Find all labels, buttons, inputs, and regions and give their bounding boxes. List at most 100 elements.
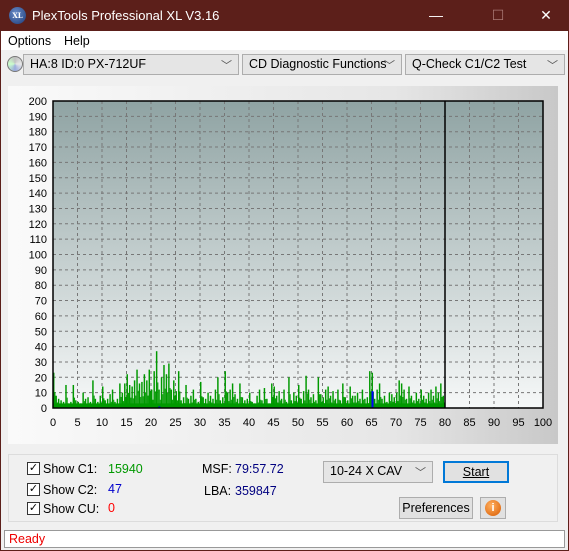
close-button[interactable]: ✕ <box>531 4 561 26</box>
c1-bar <box>136 369 138 408</box>
y-tick-label: 190 <box>29 111 47 123</box>
x-tick-label: 70 <box>390 417 402 429</box>
y-tick-label: 70 <box>35 296 47 308</box>
y-tick-label: 30 <box>35 357 47 369</box>
show-cu-checkbox[interactable]: ✓ <box>27 502 40 515</box>
show-c1-label: Show C1: <box>43 462 98 476</box>
chevron-down-icon: ﹀ <box>547 60 558 72</box>
drive-value: HA:8 ID:0 PX-712UF <box>30 57 147 71</box>
menu-bar: Options Help <box>1 31 568 50</box>
c1-bar <box>224 371 226 408</box>
test-select[interactable]: Q-Check C1/C2 Test ﹀ <box>405 54 565 75</box>
c1-c2-chart: 0 10 20 30 40 50 60 70 80 90 100 110 120 130 140 150 160… <box>29 96 553 429</box>
y-tick-label: 80 <box>35 280 47 292</box>
preferences-button[interactable]: Preferences <box>399 497 473 519</box>
chevron-down-icon: ﹀ <box>384 60 395 72</box>
show-c1-checkbox[interactable]: ✓ <box>27 462 40 475</box>
show-c2-label: Show C2: <box>43 483 98 497</box>
controls-group: ✓ Show C1: 15940 ✓ Show C2: 47 ✓ Show CU… <box>8 454 558 522</box>
x-tick-label: 55 <box>316 417 328 429</box>
c1-bar <box>155 351 158 408</box>
show-cu-label: Show CU: <box>43 502 100 516</box>
minimize-button[interactable]: — <box>421 4 451 26</box>
y-tick-label: 170 <box>29 142 47 154</box>
x-tick-label: 80 <box>439 417 451 429</box>
x-tick-label: 20 <box>145 417 157 429</box>
c1-bar <box>305 375 307 408</box>
lba-value: 359847 <box>235 484 277 498</box>
x-tick-label: 5 <box>74 417 80 429</box>
drive-select[interactable]: HA:8 ID:0 PX-712UF ﹀ <box>23 54 239 75</box>
main-window: XL PlexTools Professional XL V3.16 — ☐ ✕… <box>1 0 568 550</box>
x-tick-label: 10 <box>96 417 108 429</box>
x-tick-label: 25 <box>169 417 181 429</box>
y-tick-label: 110 <box>29 234 47 246</box>
cu-count: 0 <box>108 501 115 515</box>
function-select[interactable]: CD Diagnostic Functions ﹀ <box>242 54 402 75</box>
title-bar: XL PlexTools Professional XL V3.16 — ☐ ✕ <box>1 0 568 31</box>
y-tick-label: 100 <box>29 250 47 262</box>
y-tick-label: 40 <box>35 342 47 354</box>
menu-options[interactable]: Options <box>8 34 51 48</box>
info-button[interactable]: i <box>480 497 506 519</box>
y-tick-label: 120 <box>29 219 47 231</box>
x-tick-label: 75 <box>414 417 426 429</box>
c1-bar <box>143 374 146 408</box>
c2-bar <box>371 391 374 408</box>
status-bar: Ready <box>4 530 565 548</box>
info-icon: i <box>485 500 501 516</box>
chevron-down-icon: ﹀ <box>415 467 426 479</box>
maximize-button[interactable]: ☐ <box>483 4 513 26</box>
c1-bar <box>177 371 180 408</box>
c1-bar <box>126 374 128 408</box>
chevron-down-icon: ﹀ <box>221 60 232 72</box>
x-tick-label: 35 <box>218 417 230 429</box>
y-tick-label: 20 <box>35 372 47 384</box>
x-tick-label: 90 <box>488 417 500 429</box>
window-title: PlexTools Professional XL V3.16 <box>32 8 220 23</box>
msf-value: 79:57.72 <box>235 462 284 476</box>
x-tick-label: 40 <box>243 417 255 429</box>
lba-label: LBA: <box>204 484 232 498</box>
x-tick-label: 95 <box>512 417 524 429</box>
y-tick-label: 60 <box>35 311 47 323</box>
speed-value: 10-24 X CAV <box>330 464 403 478</box>
toolbar: HA:8 ID:0 PX-712UF ﹀ CD Diagnostic Functi… <box>1 50 568 79</box>
x-tick-label: 15 <box>120 417 132 429</box>
y-tick-label: 130 <box>29 203 47 215</box>
x-tick-label: 60 <box>341 417 353 429</box>
menu-help[interactable]: Help <box>64 34 90 48</box>
show-c2-checkbox[interactable]: ✓ <box>27 483 40 496</box>
y-tick-label: 200 <box>29 96 47 108</box>
x-tick-label: 45 <box>267 417 279 429</box>
y-tick-label: 0 <box>41 403 47 415</box>
c1-bar <box>148 369 151 408</box>
msf-label: MSF: <box>202 462 232 476</box>
y-tick-label: 10 <box>35 388 47 400</box>
y-tick-label: 160 <box>29 157 47 169</box>
c1-count: 15940 <box>108 462 143 476</box>
c1-bar <box>369 371 371 408</box>
c1-bar <box>153 371 155 408</box>
x-tick-label: 65 <box>365 417 377 429</box>
test-value: Q-Check C1/C2 Test <box>412 57 527 71</box>
chart-panel: 0 10 20 30 40 50 60 70 80 90 100 110 120 130 140 150 160… <box>8 86 558 444</box>
c1-bar <box>168 363 170 408</box>
c1-bar <box>163 365 165 408</box>
y-tick-label: 90 <box>35 265 47 277</box>
app-logo-icon: XL <box>9 7 26 24</box>
start-button[interactable]: Start <box>443 461 509 483</box>
x-tick-label: 50 <box>292 417 304 429</box>
x-tick-label: 100 <box>534 417 552 429</box>
c1-bar <box>165 374 168 408</box>
function-value: CD Diagnostic Functions <box>249 57 387 71</box>
y-tick-label: 180 <box>29 127 47 139</box>
y-tick-label: 140 <box>29 188 47 200</box>
y-tick-label: 150 <box>29 173 47 185</box>
c2-count: 47 <box>108 482 122 496</box>
x-tick-label: 30 <box>194 417 206 429</box>
disc-icon <box>7 56 23 72</box>
x-tick-label: 85 <box>463 417 475 429</box>
speed-select[interactable]: 10-24 X CAV ﹀ <box>323 461 433 483</box>
y-tick-label: 50 <box>35 326 47 338</box>
